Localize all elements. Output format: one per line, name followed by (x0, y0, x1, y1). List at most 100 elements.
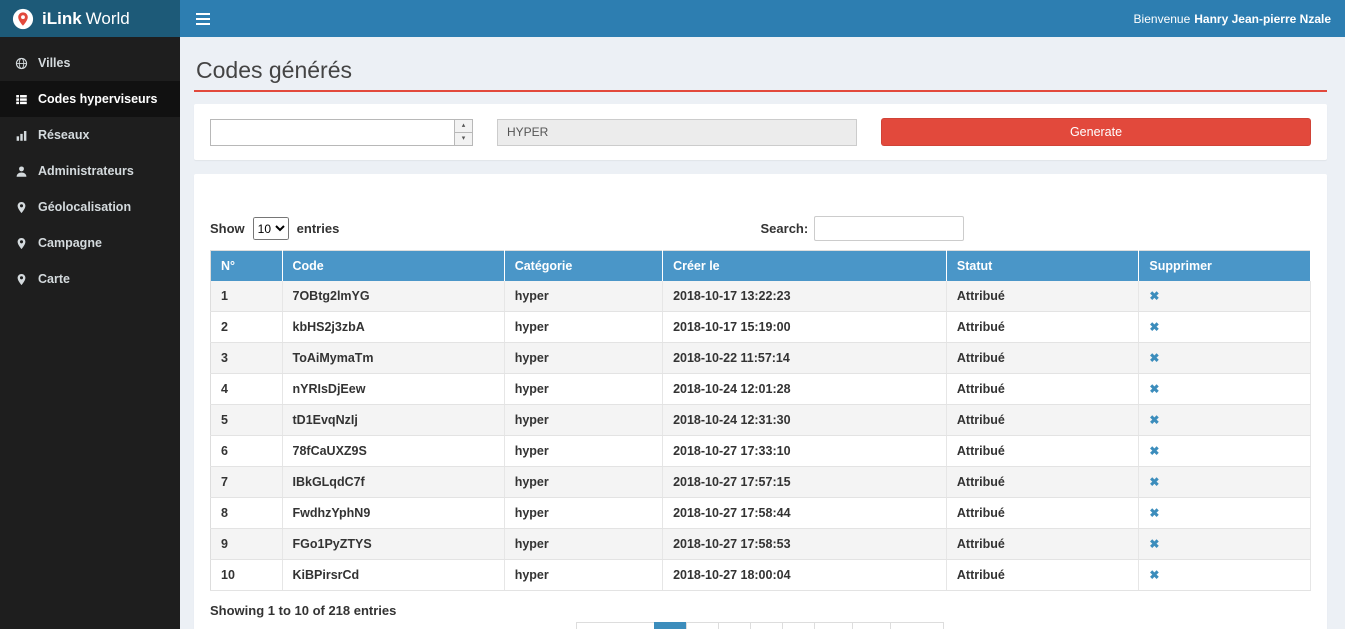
pagination-page-5[interactable]: 5 (782, 622, 815, 629)
code-generator-panel: ▴ ▾ Generate (194, 104, 1327, 160)
delete-icon[interactable]: ✖ (1149, 413, 1159, 427)
app-logo[interactable]: iLinkWorld (0, 0, 180, 37)
created-cell: 2018-10-27 17:58:44 (663, 498, 947, 529)
sidebar-item-label: Réseaux (38, 128, 89, 142)
column-header[interactable]: N° (211, 251, 283, 282)
sidebar-item-reseaux[interactable]: Réseaux (0, 117, 180, 153)
delete-icon[interactable]: ✖ (1149, 537, 1159, 551)
status-cell: Attribué (946, 436, 1139, 467)
delete-cell: ✖ (1139, 343, 1311, 374)
table-row: 7IBkGLqdC7fhyper2018-10-27 17:57:15Attri… (211, 467, 1311, 498)
page-size-select[interactable]: 10 (253, 217, 289, 240)
row-number-cell: 4 (211, 374, 283, 405)
column-header[interactable]: Statut (946, 251, 1139, 282)
table-header-row: N°CodeCatégorieCréer leStatutSupprimer (211, 251, 1311, 282)
column-header[interactable]: Catégorie (504, 251, 662, 282)
delete-cell: ✖ (1139, 529, 1311, 560)
sidebar-toggle-icon[interactable] (180, 0, 226, 37)
pagination-page-3[interactable]: 3 (718, 622, 751, 629)
generate-button[interactable]: Generate (881, 118, 1311, 146)
navbar: BienvenueHanry Jean-pierre Nzale (180, 0, 1345, 37)
code-cell: KiBPirsrCd (282, 560, 504, 591)
category-cell: hyper (504, 312, 662, 343)
map-marker-icon (14, 273, 28, 286)
delete-icon[interactable]: ✖ (1149, 382, 1159, 396)
codes-table-panel: Show 10 entries Search: N°CodeCatégorieC… (194, 174, 1327, 629)
table-summary: Showing 1 to 10 of 218 entries (210, 603, 1311, 618)
pagination-ellipsis[interactable]: … (814, 622, 853, 629)
category-cell: hyper (504, 374, 662, 405)
category-cell: hyper (504, 467, 662, 498)
code-cell: FwdhzYphN9 (282, 498, 504, 529)
sidebar-item-label: Géolocalisation (38, 200, 131, 214)
row-number-cell: 9 (211, 529, 283, 560)
column-header[interactable]: Créer le (663, 251, 947, 282)
delete-icon[interactable]: ✖ (1149, 444, 1159, 458)
sidebar-item-administrateurs[interactable]: Administrateurs (0, 153, 180, 189)
delete-icon[interactable]: ✖ (1149, 289, 1159, 303)
code-count-input[interactable] (211, 120, 454, 145)
user-menu[interactable]: BienvenueHanry Jean-pierre Nzale (1134, 12, 1345, 26)
pagination-page-2[interactable]: 2 (686, 622, 719, 629)
category-cell: hyper (504, 529, 662, 560)
status-cell: Attribué (946, 467, 1139, 498)
delete-icon[interactable]: ✖ (1149, 351, 1159, 365)
sidebar-item-label: Carte (38, 272, 70, 286)
delete-icon[interactable]: ✖ (1149, 568, 1159, 582)
status-cell: Attribué (946, 374, 1139, 405)
created-cell: 2018-10-27 17:57:15 (663, 467, 947, 498)
category-cell: hyper (504, 498, 662, 529)
created-cell: 2018-10-27 17:33:10 (663, 436, 947, 467)
code-cell: tD1EvqNzIj (282, 405, 504, 436)
code-cell: kbHS2j3zbA (282, 312, 504, 343)
table-row: 3ToAiMymaTmhyper2018-10-22 11:57:14Attri… (211, 343, 1311, 374)
category-cell: hyper (504, 436, 662, 467)
delete-cell: ✖ (1139, 405, 1311, 436)
pagination-previous[interactable]: Previous (576, 622, 655, 629)
table-row: 9FGo1PyZTYShyper2018-10-27 17:58:53Attri… (211, 529, 1311, 560)
code-cell: nYRIsDjEew (282, 374, 504, 405)
delete-cell: ✖ (1139, 312, 1311, 343)
category-field[interactable] (497, 119, 857, 146)
brand-name-bold: iLink (42, 9, 82, 28)
sidebar-menu: Villes Codes hyperviseurs Réseaux Administr… (0, 37, 180, 629)
stepper-down-icon[interactable]: ▾ (455, 133, 472, 145)
sidebar-item-label: Campagne (38, 236, 102, 250)
pagination-next[interactable]: Next (890, 622, 943, 629)
search-label: Search: (761, 221, 809, 236)
delete-icon[interactable]: ✖ (1149, 320, 1159, 334)
row-number-cell: 5 (211, 405, 283, 436)
pagination-page-4[interactable]: 4 (750, 622, 783, 629)
table-row: 4nYRIsDjEewhyper2018-10-24 12:01:28Attri… (211, 374, 1311, 405)
delete-cell: ✖ (1139, 281, 1311, 312)
stepper-up-icon[interactable]: ▴ (455, 120, 472, 133)
status-cell: Attribué (946, 498, 1139, 529)
sidebar-item-campagne[interactable]: Campagne (0, 225, 180, 261)
sidebar-item-codes-hyperviseurs[interactable]: Codes hyperviseurs (0, 81, 180, 117)
pagination-page-22[interactable]: 22 (852, 622, 892, 629)
user-icon (14, 165, 28, 178)
column-header[interactable]: Supprimer (1139, 251, 1311, 282)
status-cell: Attribué (946, 560, 1139, 591)
row-number-cell: 7 (211, 467, 283, 498)
delete-icon[interactable]: ✖ (1149, 475, 1159, 489)
table-row: 678fCaUXZ9Shyper2018-10-27 17:33:10Attri… (211, 436, 1311, 467)
sidebar-item-geolocalisation[interactable]: Géolocalisation (0, 189, 180, 225)
category-cell: hyper (504, 405, 662, 436)
sidebar-item-villes[interactable]: Villes (0, 45, 180, 81)
column-header[interactable]: Code (282, 251, 504, 282)
show-label: Show (210, 221, 245, 236)
row-number-cell: 6 (211, 436, 283, 467)
created-cell: 2018-10-27 18:00:04 (663, 560, 947, 591)
created-cell: 2018-10-22 11:57:14 (663, 343, 947, 374)
bar-chart-icon (14, 129, 28, 142)
row-number-cell: 10 (211, 560, 283, 591)
category-cell: hyper (504, 343, 662, 374)
delete-icon[interactable]: ✖ (1149, 506, 1159, 520)
code-count-stepper: ▴ ▾ (210, 119, 473, 146)
code-cell: 7OBtg2lmYG (282, 281, 504, 312)
search-input[interactable] (814, 216, 964, 241)
sidebar-item-carte[interactable]: Carte (0, 261, 180, 297)
pagination-page-1[interactable]: 1 (654, 622, 687, 629)
sidebar-item-label: Villes (38, 56, 70, 70)
